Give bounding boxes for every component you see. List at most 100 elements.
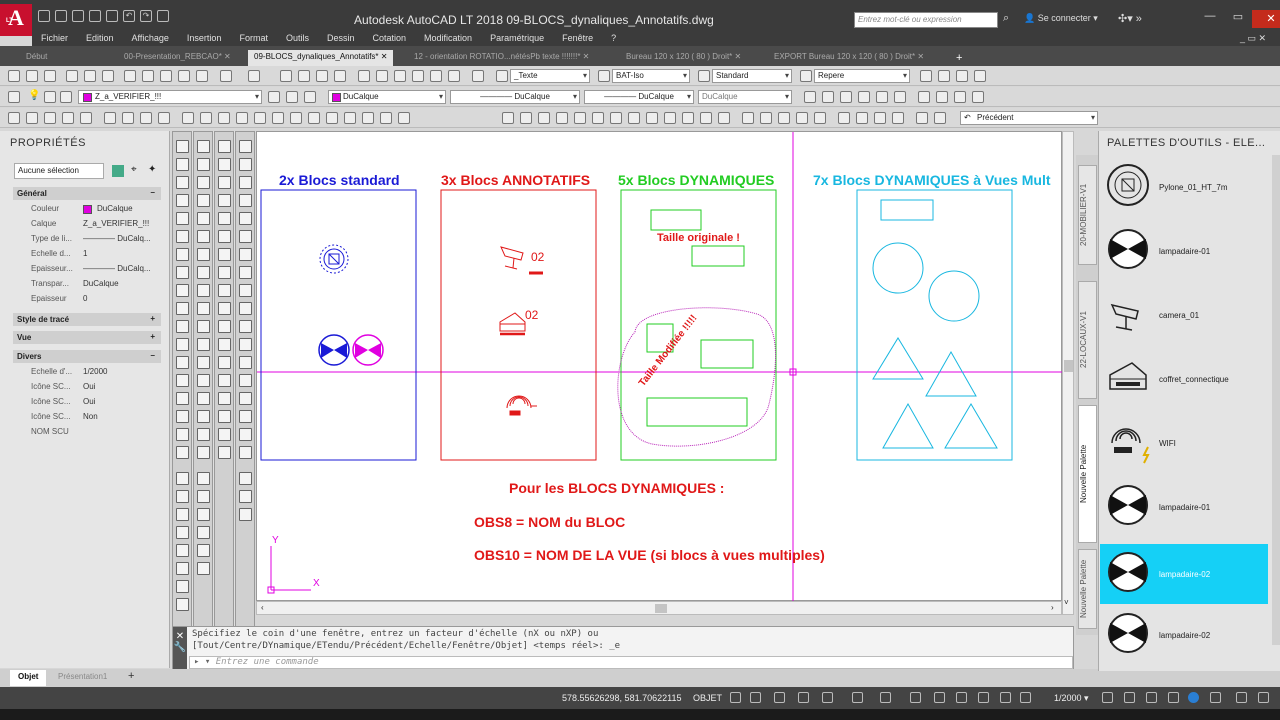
command-input[interactable]: ▸ ▾ Entrez une commande (189, 656, 1073, 669)
zoom-window-icon[interactable] (778, 112, 790, 124)
tool-palettes-icon[interactable] (394, 70, 406, 82)
view-bottom-icon[interactable] (200, 112, 212, 124)
undo-icon[interactable]: ↶ (123, 10, 135, 22)
pan-realtime-icon[interactable] (742, 112, 754, 124)
coincident-icon[interactable] (218, 338, 231, 351)
palette-item-lampadaire[interactable]: lampadaire-01 (1100, 221, 1268, 281)
zoom-scale-icon[interactable] (814, 112, 826, 124)
minimize-button[interactable]: — (1196, 10, 1224, 28)
table-icon[interactable] (176, 428, 189, 441)
palette-item-lampadaire[interactable]: lampadaire-02 (1100, 605, 1268, 665)
tab-blocs-dynamiques[interactable]: 09-BLOCS_dynaliques_Annotatifs* ✕ (248, 50, 394, 66)
text-edit-icon[interactable] (176, 490, 189, 503)
layer-off-icon[interactable] (840, 91, 852, 103)
prop-row[interactable]: Calque Z_a_VERIFIER_!!! (13, 217, 161, 232)
tab-nouvelle-palette-2[interactable]: Nouvelle Palette (1078, 549, 1097, 629)
tangent-icon[interactable] (218, 320, 231, 333)
print-icon[interactable] (106, 10, 118, 22)
hatch-icon[interactable] (176, 374, 189, 387)
dim-angular-icon[interactable] (628, 112, 640, 124)
menu-item-format[interactable]: Format (230, 32, 277, 46)
dim-text-edit-icon[interactable] (239, 374, 252, 387)
lineweight-icon[interactable] (910, 692, 921, 703)
copy-icon[interactable] (142, 70, 154, 82)
view-iso-se-icon[interactable] (308, 112, 320, 124)
share-icon[interactable] (157, 10, 169, 22)
search-input[interactable]: Entrez mot-clé ou expression (854, 12, 998, 28)
sheet-set-icon[interactable] (412, 70, 424, 82)
prop-row[interactable]: Icône SC... Non (13, 410, 161, 425)
break-icon[interactable] (197, 338, 210, 351)
scroll-thumb[interactable] (655, 604, 667, 613)
help-icon[interactable] (472, 70, 484, 82)
prop-row[interactable]: Echelle d... 1 (13, 247, 161, 262)
make-block-icon[interactable] (176, 338, 189, 351)
view-right-icon[interactable] (236, 112, 248, 124)
view-iso-nw-icon[interactable] (344, 112, 356, 124)
lineweight-dropdown[interactable]: ———— DuCalque (584, 90, 694, 104)
block-editor-icon[interactable] (196, 70, 208, 82)
freeze-icon[interactable] (44, 91, 56, 103)
blend-icon[interactable] (197, 428, 210, 441)
quick-dim-icon[interactable] (239, 266, 252, 279)
view-manager-icon[interactable] (362, 112, 374, 124)
paste-icon[interactable] (160, 70, 172, 82)
named-view-dropdown[interactable]: ↶ Précédent (960, 111, 1098, 125)
symmetric-icon[interactable] (218, 410, 231, 423)
tool-palette-scrollbar[interactable] (1272, 155, 1280, 645)
ucs-world-icon[interactable] (122, 112, 134, 124)
unisolate-icon[interactable] (822, 91, 834, 103)
scroll-left-icon[interactable]: ‹ (261, 603, 264, 612)
edit-spline-icon[interactable] (197, 490, 210, 503)
join-icon[interactable] (197, 356, 210, 369)
zoom-center-icon[interactable] (838, 112, 850, 124)
scroll-right-icon[interactable]: › (1051, 603, 1054, 612)
annotation-visibility-icon[interactable] (1000, 692, 1011, 703)
customization-icon[interactable] (1258, 692, 1269, 703)
view-left-icon[interactable] (218, 112, 230, 124)
perpendicular-icon[interactable] (218, 284, 231, 297)
constraint-icon[interactable] (218, 158, 231, 171)
prop-row[interactable]: Transpar... DuCalque (13, 277, 161, 292)
dimension-constraint-icon[interactable] (218, 176, 231, 189)
scroll-down-icon[interactable]: ˅ (1064, 598, 1069, 607)
view-iso-ne-icon[interactable] (326, 112, 338, 124)
dynamic-ucs-icon[interactable] (978, 692, 989, 703)
layer-walk-icon[interactable] (918, 91, 930, 103)
binoculars-icon[interactable]: ⌕ (1003, 12, 1009, 25)
selection-cycling-icon[interactable] (956, 692, 967, 703)
tab-mobilier[interactable]: 20-MOBILIER-V1 (1078, 165, 1097, 265)
tab-orientation[interactable]: 12 - orientation ROTATIO...nétésPb texte… (408, 50, 595, 66)
parametric-icon[interactable] (218, 140, 231, 153)
snap-icon[interactable] (8, 112, 20, 124)
collinear-icon[interactable] (218, 356, 231, 369)
equal-icon[interactable] (218, 428, 231, 441)
mleader-style-dropdown[interactable]: Repere (814, 69, 910, 83)
revcloud-icon[interactable] (176, 266, 189, 279)
ellipse-icon[interactable] (176, 302, 189, 315)
tab-bureau[interactable]: Bureau 120 x 120 ( 80 ) Droit* ✕ (620, 50, 747, 66)
text-style-dropdown[interactable]: _Texte (510, 69, 590, 83)
menu-item-fichier[interactable]: Fichier (32, 32, 77, 46)
text-icon[interactable] (176, 472, 189, 485)
text-justify-icon[interactable] (176, 562, 189, 575)
arc-icon[interactable] (176, 230, 189, 243)
dim-linear-icon[interactable] (502, 112, 514, 124)
layer-delete-icon[interactable] (954, 91, 966, 103)
scroll-thumb[interactable] (1064, 360, 1073, 372)
dim-style-icon[interactable] (598, 70, 610, 82)
save-icon[interactable] (44, 70, 56, 82)
tab-model[interactable]: Objet (10, 670, 47, 686)
dim-break-icon[interactable] (718, 112, 730, 124)
exchange-icon[interactable]: ✣▾ » (1118, 12, 1142, 25)
edit-attribute-icon[interactable] (197, 544, 210, 557)
prop-row[interactable]: Icône SC... Oui (13, 395, 161, 410)
model-space-toggle[interactable]: OBJET (693, 693, 722, 703)
object-tracking-icon[interactable] (852, 692, 863, 703)
text-align-icon[interactable] (176, 598, 189, 611)
delete-constraints-icon[interactable] (218, 212, 231, 225)
menu-item-insertion[interactable]: Insertion (178, 32, 231, 46)
layer-match-icon[interactable] (972, 91, 984, 103)
view-top-icon[interactable] (182, 112, 194, 124)
palette-item-pylone[interactable]: Pylone_01_HT_7m (1100, 157, 1268, 217)
